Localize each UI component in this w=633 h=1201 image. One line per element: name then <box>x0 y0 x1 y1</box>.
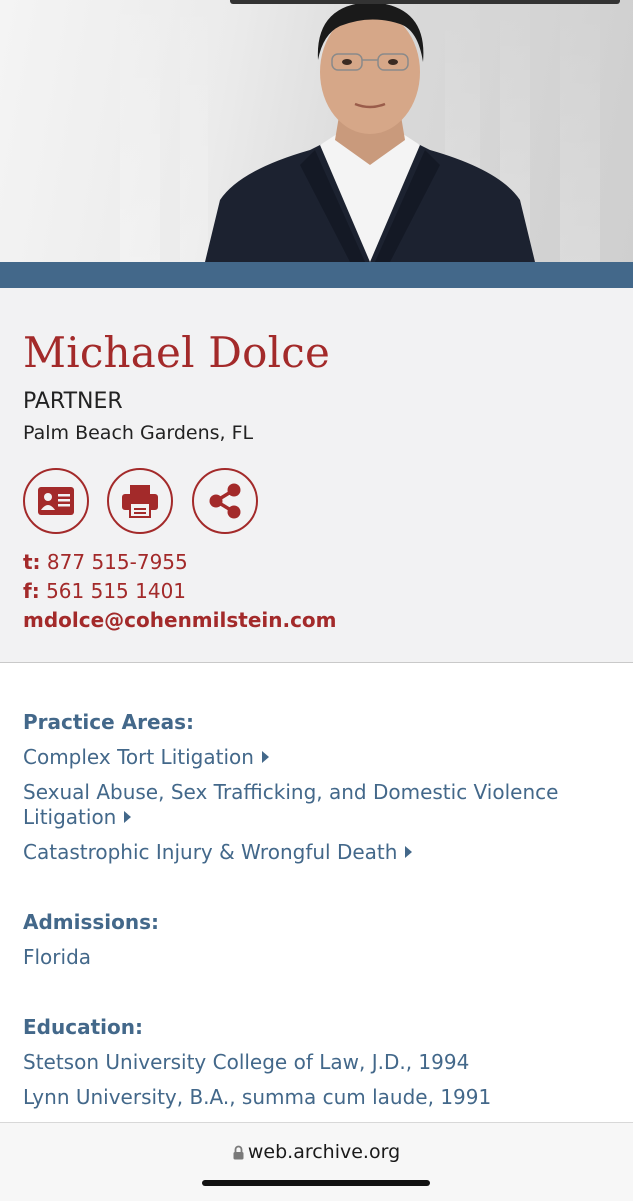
address-bar[interactable]: web.archive.org <box>0 1141 633 1163</box>
print-button[interactable] <box>107 468 173 534</box>
phone-label: t: <box>23 550 41 574</box>
fax-number: 561 515 1401 <box>46 579 187 603</box>
fax-line: f: 561 515 1401 <box>23 579 186 603</box>
home-indicator[interactable] <box>202 1180 430 1186</box>
caret-right-icon <box>405 846 413 858</box>
phone-number[interactable]: 877 515-7955 <box>47 550 188 574</box>
share-icon <box>209 483 241 519</box>
attorney-title: PARTNER <box>23 389 123 414</box>
fax-label: f: <box>23 579 40 603</box>
printer-icon <box>122 485 158 518</box>
lock-icon <box>233 1145 244 1160</box>
education-heading: Education: <box>23 1015 143 1039</box>
practice-area-label[interactable]: Catastrophic Injury & Wrongful Death <box>23 840 397 864</box>
caret-right-icon <box>261 751 269 763</box>
browser-bottom-bar: web.archive.org <box>0 1122 633 1201</box>
contact-card-icon <box>38 487 74 515</box>
caret-right-icon <box>124 811 132 823</box>
share-button[interactable] <box>192 468 258 534</box>
education-item: Lynn University, B.A., summa cum laude, … <box>23 1085 492 1109</box>
practice-area-link[interactable]: Sexual Abuse, Sex Trafficking, and Domes… <box>23 780 603 830</box>
attorney-location: Palm Beach Gardens, FL <box>23 422 254 444</box>
profile-card: Michael Dolce PARTNER Palm Beach Gardens… <box>0 288 633 663</box>
email-link[interactable]: mdolce@cohenmilstein.com <box>23 608 337 632</box>
admissions-heading: Admissions: <box>23 910 160 934</box>
vcard-button[interactable] <box>23 468 89 534</box>
practice-area-label[interactable]: Complex Tort Litigation <box>23 745 254 769</box>
practice-area-link[interactable]: Complex Tort Litigation <box>23 745 603 770</box>
attorney-name: Michael Dolce <box>23 328 331 377</box>
admission-item: Florida <box>23 945 92 969</box>
profile-hero <box>0 0 633 262</box>
practice-area-label[interactable]: Sexual Abuse, Sex Trafficking, and Domes… <box>23 780 558 829</box>
url-text: web.archive.org <box>247 1141 401 1163</box>
education-item: Stetson University College of Law, J.D.,… <box>23 1050 470 1074</box>
accent-band <box>0 262 633 288</box>
phone-line[interactable]: t: 877 515-7955 <box>23 550 188 574</box>
practice-area-link[interactable]: Catastrophic Injury & Wrongful Death <box>23 840 603 865</box>
profile-photo <box>205 2 535 262</box>
device-top-edge <box>230 0 620 4</box>
practice-areas-heading: Practice Areas: <box>23 710 194 734</box>
